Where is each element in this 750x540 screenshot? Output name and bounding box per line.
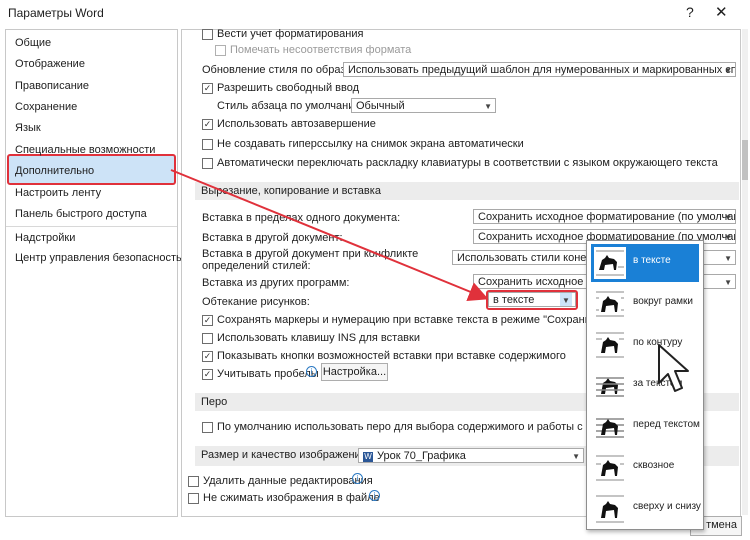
wrap-option-front[interactable]: перед текстом [591, 408, 700, 446]
wrap-option-top-bottom[interactable]: сверху и снизу [591, 490, 701, 528]
wrap-option-through[interactable]: сквозное [591, 449, 699, 487]
wrap-option-label: сквозное [633, 460, 675, 471]
wrap-tight-icon [596, 332, 624, 358]
wrap-option-label: в тексте [633, 255, 671, 266]
wrap-option-label: перед текстом [633, 419, 700, 430]
wrap-topbottom-icon [596, 495, 624, 523]
mouse-cursor-icon [658, 344, 689, 392]
wrap-option-label: сверху и снизу [633, 501, 701, 512]
wrap-behind-icon [596, 377, 624, 397]
wrap-option-inline[interactable]: в тексте [591, 244, 699, 282]
wrap-option-label: вокруг рамки [633, 296, 693, 307]
wrap-front-icon [596, 418, 624, 438]
wrap-square-icon [596, 291, 624, 317]
wrap-inline-icon [594, 247, 626, 279]
wrap-option-square[interactable]: вокруг рамки [591, 285, 699, 323]
wrap-through-icon [596, 455, 624, 481]
